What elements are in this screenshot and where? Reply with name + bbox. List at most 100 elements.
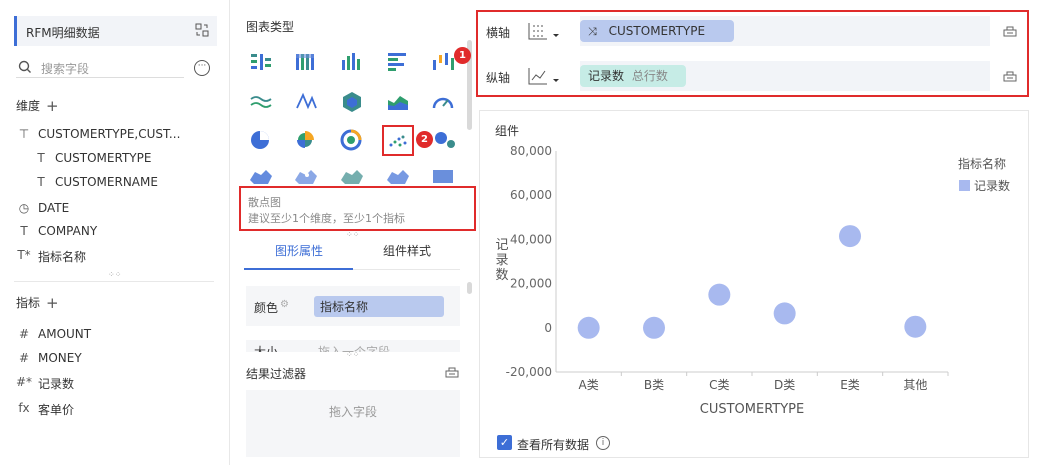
field-panel: RFM明细数据 搜索字段 ··· 维度 + ⊤ CUSTOMERTYPE,CUST.… <box>0 0 230 465</box>
result-filter-dropzone[interactable]: 拖入字段 <box>246 390 460 457</box>
bar-chart-icon[interactable] <box>385 50 411 74</box>
color-settings-icon[interactable]: ⚙ <box>280 299 289 310</box>
column-chart-icon[interactable] <box>339 50 365 74</box>
x-axis-label: 横轴 <box>486 26 511 40</box>
legend-title: 指标名称 <box>958 156 1006 171</box>
gauge-chart-icon[interactable] <box>430 90 456 114</box>
result-filter-title: 结果过滤器 <box>246 367 307 381</box>
radar-chart-icon[interactable] <box>339 90 365 114</box>
field-item[interactable]: T CUSTOMERNAME <box>37 175 158 189</box>
donut-chart-icon[interactable] <box>339 128 365 152</box>
radar-line-icon[interactable] <box>293 90 319 114</box>
point-map-icon[interactable] <box>293 168 319 184</box>
x-axis-settings-icon[interactable] <box>1003 24 1017 37</box>
info-icon[interactable]: i <box>596 436 610 450</box>
add-dimension-icon[interactable]: + <box>46 97 59 115</box>
color-label: 颜色 <box>254 301 279 315</box>
gis-map-icon[interactable] <box>430 168 456 184</box>
color-property[interactable]: 颜色 ⚙ 指标名称 <box>246 286 460 326</box>
y-axis-settings-icon[interactable] <box>1003 69 1017 82</box>
text-field-icon: T <box>20 224 28 238</box>
desc-resize-handle[interactable]: ⁘⁘ <box>346 230 359 239</box>
component-card: 组件 80,000 60,000 40,000 20,000 0 -20,000 A类 B类 C… <box>479 110 1029 458</box>
field-label: 客单价 <box>38 403 75 417</box>
field-label: MONEY <box>38 351 82 365</box>
field-label: 指标名称 <box>38 250 87 264</box>
more-options-icon[interactable]: ··· <box>194 60 210 76</box>
field-label: COMPANY <box>38 224 98 238</box>
y-tick-label: -20,000 <box>506 365 552 379</box>
active-tab-indicator <box>244 268 353 270</box>
formula-icon: fx <box>18 401 30 415</box>
tab-underline <box>353 269 460 270</box>
x-tick-label: B类 <box>644 378 664 392</box>
number-calc-icon: #* <box>16 375 33 389</box>
dimension-section-title: 维度 + <box>16 97 59 115</box>
dataset-name: RFM明细数据 <box>26 26 100 40</box>
y-axis-dropzone[interactable]: 记录数 总行数 <box>580 61 990 91</box>
waterfall-chart-icon[interactable] <box>430 50 456 74</box>
field-label: CUSTOMERTYPE,CUST... <box>38 127 181 141</box>
filter-settings-icon[interactable] <box>445 365 459 378</box>
show-all-data-checkbox[interactable]: ✓ <box>497 435 512 450</box>
y-axis-field-pill[interactable]: 记录数 总行数 <box>580 65 686 87</box>
area-chart-icon[interactable] <box>385 90 411 114</box>
shuffle-icon: ⤨ <box>588 25 597 38</box>
flow-map-icon[interactable] <box>339 168 365 184</box>
field-label: DATE <box>38 201 70 215</box>
scatter-chart: 80,000 60,000 40,000 20,000 0 -20,000 A类 B类 C类 D类… <box>495 144 1010 417</box>
grouped-bar-icon[interactable] <box>248 50 274 74</box>
component-title: 组件 <box>495 124 520 138</box>
field-item[interactable]: T* 指标名称 <box>17 248 87 265</box>
x-axis-dropzone[interactable]: ⤨ CUSTOMERTYPE <box>580 16 990 46</box>
scatter-point <box>643 316 665 339</box>
tab-graphic-properties[interactable]: 图形属性 <box>275 242 323 259</box>
heat-map-icon[interactable] <box>385 168 411 184</box>
scatter-chart-icon[interactable] <box>385 128 411 152</box>
chart-type-name: 散点图 <box>248 196 281 209</box>
y-axis-type-icon[interactable] <box>526 65 562 87</box>
field-item[interactable]: # MONEY <box>19 351 82 365</box>
x-tick-label: 其他 <box>903 378 927 392</box>
x-axis-field-pill[interactable]: ⤨ CUSTOMERTYPE <box>580 20 734 42</box>
field-search-input[interactable]: 搜索字段 <box>16 58 184 78</box>
pie-chart-icon[interactable] <box>248 128 274 152</box>
chart-type-title: 图表类型 <box>246 20 295 34</box>
field-item[interactable]: T CUSTOMERTYPE <box>37 151 151 165</box>
dataset-selector[interactable]: RFM明细数据 <box>14 16 217 46</box>
scatter-point <box>904 315 927 338</box>
metric-section-title: 指标 + <box>16 294 59 312</box>
x-axis-field-name: CUSTOMERTYPE <box>608 24 706 38</box>
map-chart-icon[interactable] <box>248 168 274 184</box>
properties-scrollbar[interactable] <box>467 282 472 294</box>
y-axis-field-name: 记录数 <box>588 69 625 83</box>
field-item[interactable]: ⊤ CUSTOMERTYPE,CUST... <box>19 127 181 141</box>
step-badge-1: 1 <box>454 47 471 64</box>
divider <box>14 281 214 282</box>
y-axis-title-char: 数 <box>495 268 508 283</box>
x-axis-title: CUSTOMERTYPE <box>700 402 804 417</box>
x-axis-type-icon[interactable] <box>526 20 562 42</box>
field-item[interactable]: #* 记录数 <box>16 375 74 392</box>
field-item[interactable]: # AMOUNT <box>19 327 91 341</box>
field-item[interactable]: T COMPANY <box>20 224 98 238</box>
stacked-bar-icon[interactable] <box>293 50 319 74</box>
color-field-pill[interactable]: 指标名称 <box>314 296 444 317</box>
panel-resize-handle[interactable]: ⁘⁘ <box>108 270 121 279</box>
switch-dataset-icon[interactable] <box>195 23 209 37</box>
text-field-icon: T <box>37 151 45 165</box>
y-axis-field-sub: 总行数 <box>631 69 668 83</box>
field-item[interactable]: ◷ DATE <box>19 201 70 215</box>
line-chart-icon[interactable] <box>248 90 274 114</box>
search-placeholder: 搜索字段 <box>41 62 90 76</box>
filter-resize-handle[interactable]: ⁘⁘ <box>346 350 359 359</box>
text-field-calc-icon: T* <box>17 248 31 262</box>
bubble-chart-icon[interactable] <box>432 128 458 152</box>
rose-chart-icon[interactable] <box>293 128 319 152</box>
add-metric-icon[interactable]: + <box>46 294 59 312</box>
legend-item-label: 记录数 <box>974 178 1010 193</box>
field-item[interactable]: fx 客单价 <box>18 401 75 418</box>
clock-icon: ◷ <box>18 201 30 215</box>
x-tick-label: E类 <box>840 378 860 392</box>
tab-component-style[interactable]: 组件样式 <box>383 242 431 259</box>
